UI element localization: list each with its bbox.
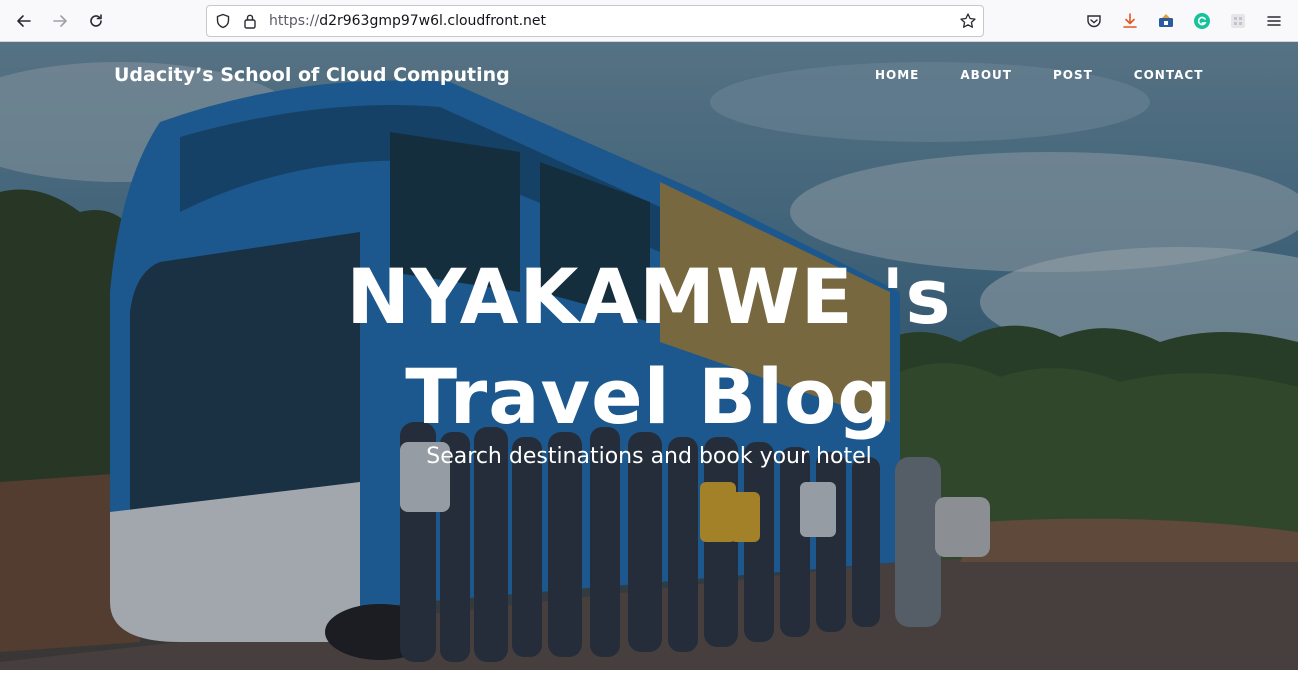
hero-title-line2: Travel Blog: [405, 352, 893, 441]
site-nav: HOME ABOUT POST CONTACT: [875, 68, 1244, 82]
lock-icon[interactable]: [243, 13, 257, 33]
nav-home-link[interactable]: HOME: [875, 68, 919, 82]
shield-icon[interactable]: [215, 13, 231, 33]
hero-banner: Udacity’s School of Cloud Computing HOME…: [0, 42, 1298, 670]
hero-subtitle: Search destinations and book your hotel: [426, 444, 872, 469]
url-scheme: https://: [269, 13, 320, 29]
nav-about-link[interactable]: ABOUT: [960, 68, 1012, 82]
nav-contact-link[interactable]: CONTACT: [1134, 68, 1204, 82]
download-icon[interactable]: [1120, 11, 1140, 31]
menu-icon[interactable]: [1264, 11, 1284, 31]
nav-post-link[interactable]: POST: [1053, 68, 1093, 82]
hero-title-line1: NYAKAMWE 's: [346, 252, 952, 341]
back-icon[interactable]: [12, 9, 36, 33]
hero-title: NYAKAMWE 's Travel Blog: [0, 247, 1298, 447]
reload-icon[interactable]: [84, 9, 108, 33]
extension-grid-icon[interactable]: [1228, 11, 1248, 31]
page-bottom-strip: [0, 670, 1298, 697]
bookmark-star-icon[interactable]: [959, 12, 977, 34]
url-text[interactable]: https://d2r963gmp97w6l.cloudfront.net: [269, 13, 546, 29]
extension-icon[interactable]: [1156, 11, 1176, 31]
forward-icon[interactable]: [48, 9, 72, 33]
grammarly-icon[interactable]: [1192, 11, 1212, 31]
url-bar[interactable]: https://d2r963gmp97w6l.cloudfront.net: [206, 5, 984, 37]
site-brand[interactable]: Udacity’s School of Cloud Computing: [114, 64, 510, 86]
browser-toolbar: https://d2r963gmp97w6l.cloudfront.net: [0, 0, 1298, 42]
url-host: d2r963gmp97w6l.cloudfront.net: [319, 13, 547, 29]
pocket-icon[interactable]: [1084, 11, 1104, 31]
